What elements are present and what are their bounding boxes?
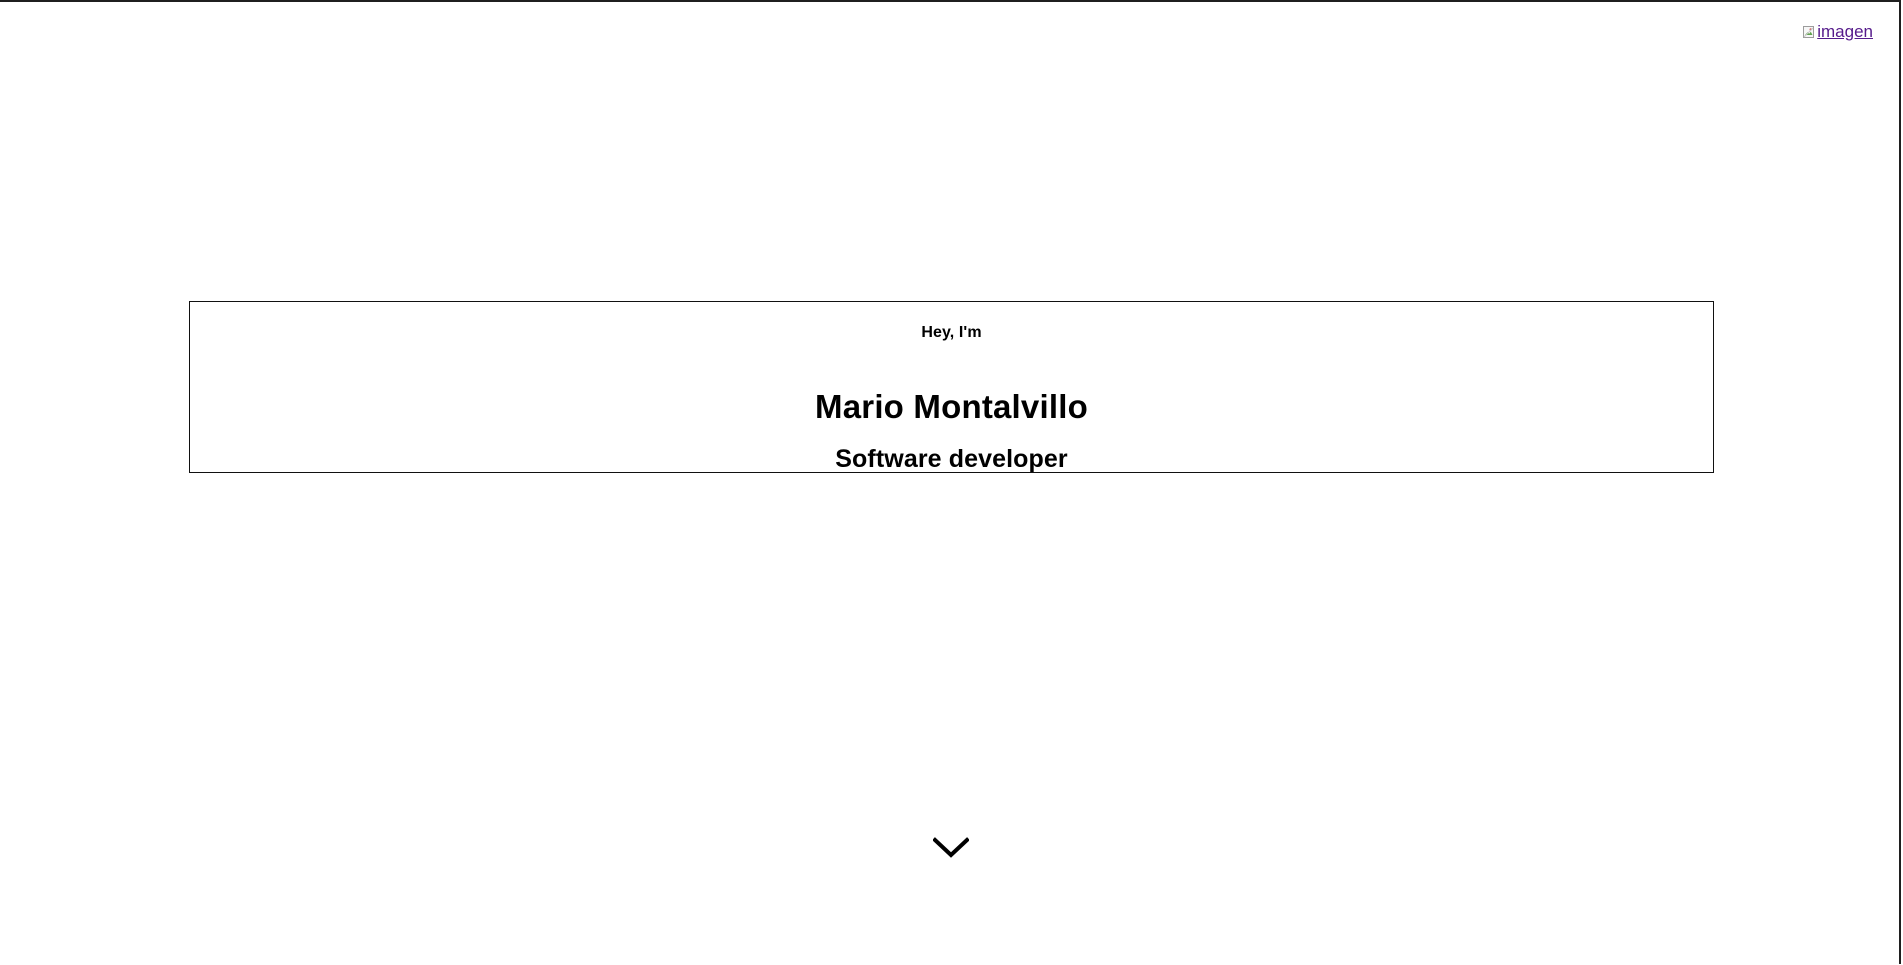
hero-card: Hey, I'm Mario Montalvillo Software deve…: [189, 301, 1714, 473]
broken-image-icon: [1803, 25, 1815, 39]
hero-greeting: Hey, I'm: [921, 324, 982, 341]
header-image-link[interactable]: imagen: [1803, 22, 1873, 42]
header-image-link-text: imagen: [1817, 22, 1873, 41]
chevron-down-icon: [933, 837, 969, 859]
page-frame: imagen Hey, I'm Mario Montalvillo Softwa…: [0, 0, 1901, 964]
hero-name: Mario Montalvillo: [815, 388, 1088, 426]
scroll-down-button[interactable]: [933, 837, 969, 859]
hero-role: Software developer: [835, 444, 1068, 473]
